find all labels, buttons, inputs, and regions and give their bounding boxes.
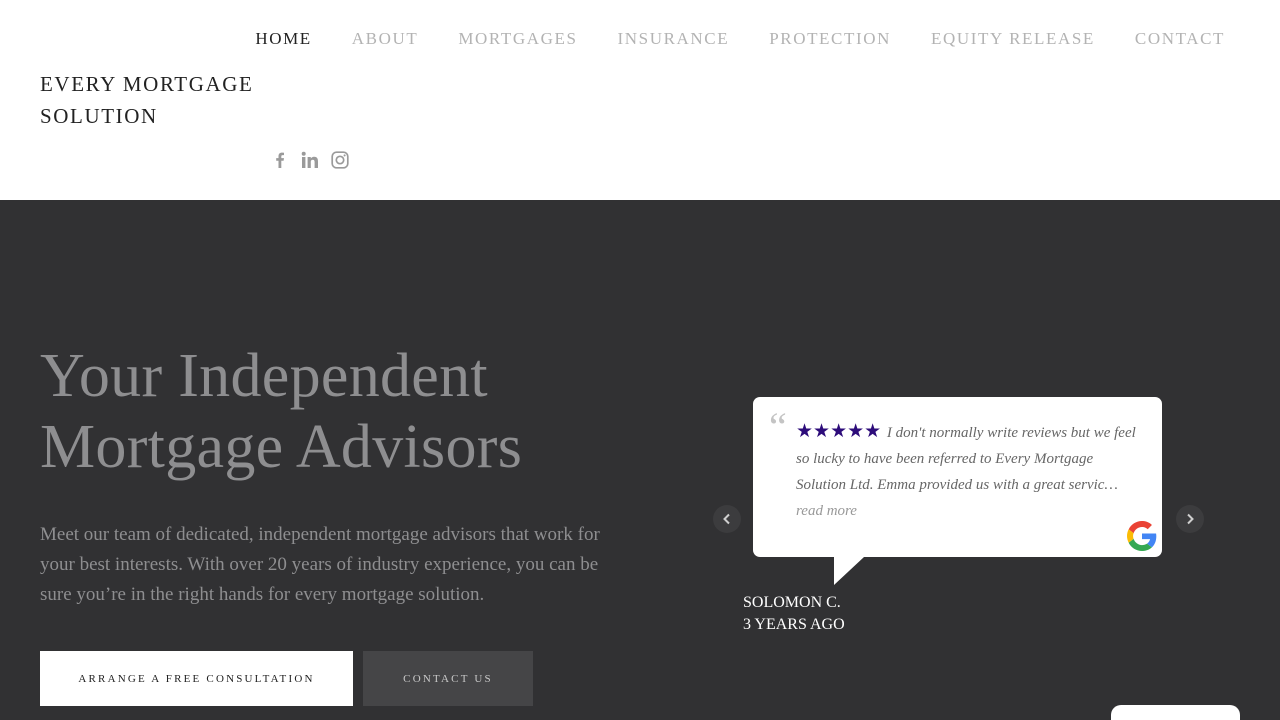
contact-us-button[interactable]: CONTACT US [363, 651, 533, 706]
review-time: 3 YEARS AGO [743, 616, 845, 633]
google-icon [1127, 521, 1157, 551]
speech-bubble-tail [834, 557, 864, 585]
floating-widget[interactable] [1111, 705, 1240, 720]
review-author: SOLOMON C. 3 YEARS AGO [743, 592, 845, 636]
logo-alt-text: EVERY MORTGAGE SOLUTION [40, 72, 254, 128]
nav-mortgages[interactable]: MORTGAGES [458, 29, 577, 49]
next-review-button[interactable] [1176, 505, 1204, 533]
nav-insurance[interactable]: INSURANCE [618, 29, 730, 49]
review-body: ★★★★★ I don't normally write reviews but… [796, 419, 1146, 524]
nav-about[interactable]: ABOUT [352, 29, 419, 49]
site-logo[interactable]: EVERY MORTGAGE SOLUTION [40, 68, 280, 132]
nav-contact[interactable]: CONTACT [1135, 29, 1225, 49]
review-carousel: “ ★★★★★ I don't normally write reviews b… [713, 396, 1204, 636]
chevron-right-icon [1187, 513, 1194, 525]
nav-protection[interactable]: PROTECTION [769, 29, 891, 49]
previous-review-button[interactable] [713, 505, 741, 533]
main-navigation: HOME ABOUT MORTGAGES INSURANCE PROTECTIO… [215, 29, 1225, 49]
hero-description: Meet our team of dedicated, independent … [40, 524, 600, 605]
arrange-consultation-button[interactable]: ARRANGE A FREE CONSULTATION [40, 651, 353, 706]
review-card: “ ★★★★★ I don't normally write reviews b… [753, 397, 1162, 585]
hero-title: Your Independent Mortgage Advisors [40, 342, 523, 481]
linkedin-icon[interactable] [300, 150, 320, 170]
chevron-left-icon [723, 513, 730, 525]
social-links [270, 150, 360, 170]
nav-equity-release[interactable]: EQUITY RELEASE [931, 29, 1095, 49]
hero-section: Your Independent Mortgage Advisors Meet … [0, 200, 1280, 720]
read-more-link[interactable]: read more [796, 498, 1146, 524]
star-rating: ★★★★★ [796, 421, 882, 442]
nav-home[interactable]: HOME [255, 29, 311, 49]
author-name: SOLOMON C. [743, 594, 841, 611]
site-header: HOME ABOUT MORTGAGES INSURANCE PROTECTIO… [0, 0, 1280, 200]
facebook-icon[interactable] [270, 150, 290, 170]
quote-icon: “ [769, 404, 787, 449]
instagram-icon[interactable] [330, 150, 350, 170]
